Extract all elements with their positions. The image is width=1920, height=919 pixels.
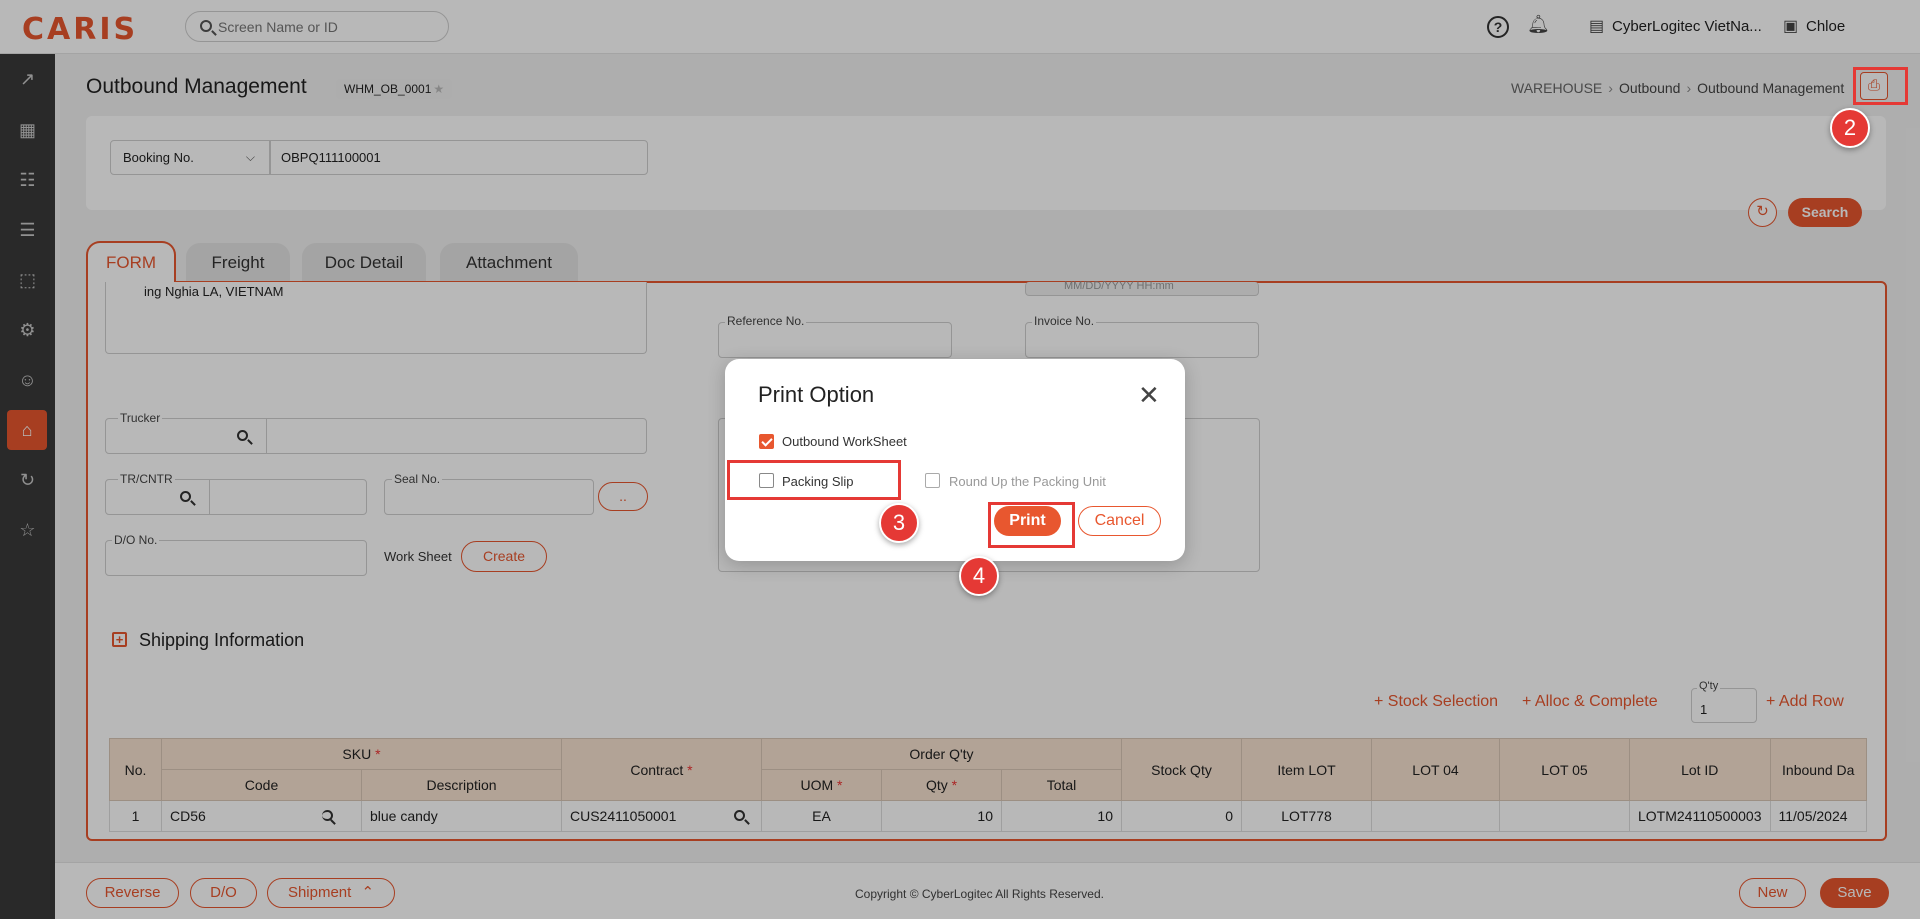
dialog-title: Print Option bbox=[758, 382, 875, 407]
round-up-packing-unit-label: Round Up the Packing Unit bbox=[949, 474, 1106, 489]
round-up-packing-unit-checkbox bbox=[925, 473, 940, 488]
outbound-worksheet-label[interactable]: Outbound WorkSheet bbox=[782, 434, 907, 449]
annotation-highlight-print bbox=[988, 502, 1075, 548]
annotation-step-3: 3 bbox=[879, 503, 919, 543]
cancel-button[interactable]: Cancel bbox=[1078, 506, 1161, 536]
close-icon[interactable]: ✕ bbox=[1138, 381, 1160, 409]
annotation-highlight-print-icon bbox=[1853, 67, 1908, 105]
annotation-step-2: 2 bbox=[1830, 108, 1870, 148]
annotation-highlight-packing-slip bbox=[727, 460, 901, 500]
outbound-worksheet-checkbox[interactable] bbox=[759, 434, 774, 449]
annotation-step-4: 4 bbox=[959, 556, 999, 596]
